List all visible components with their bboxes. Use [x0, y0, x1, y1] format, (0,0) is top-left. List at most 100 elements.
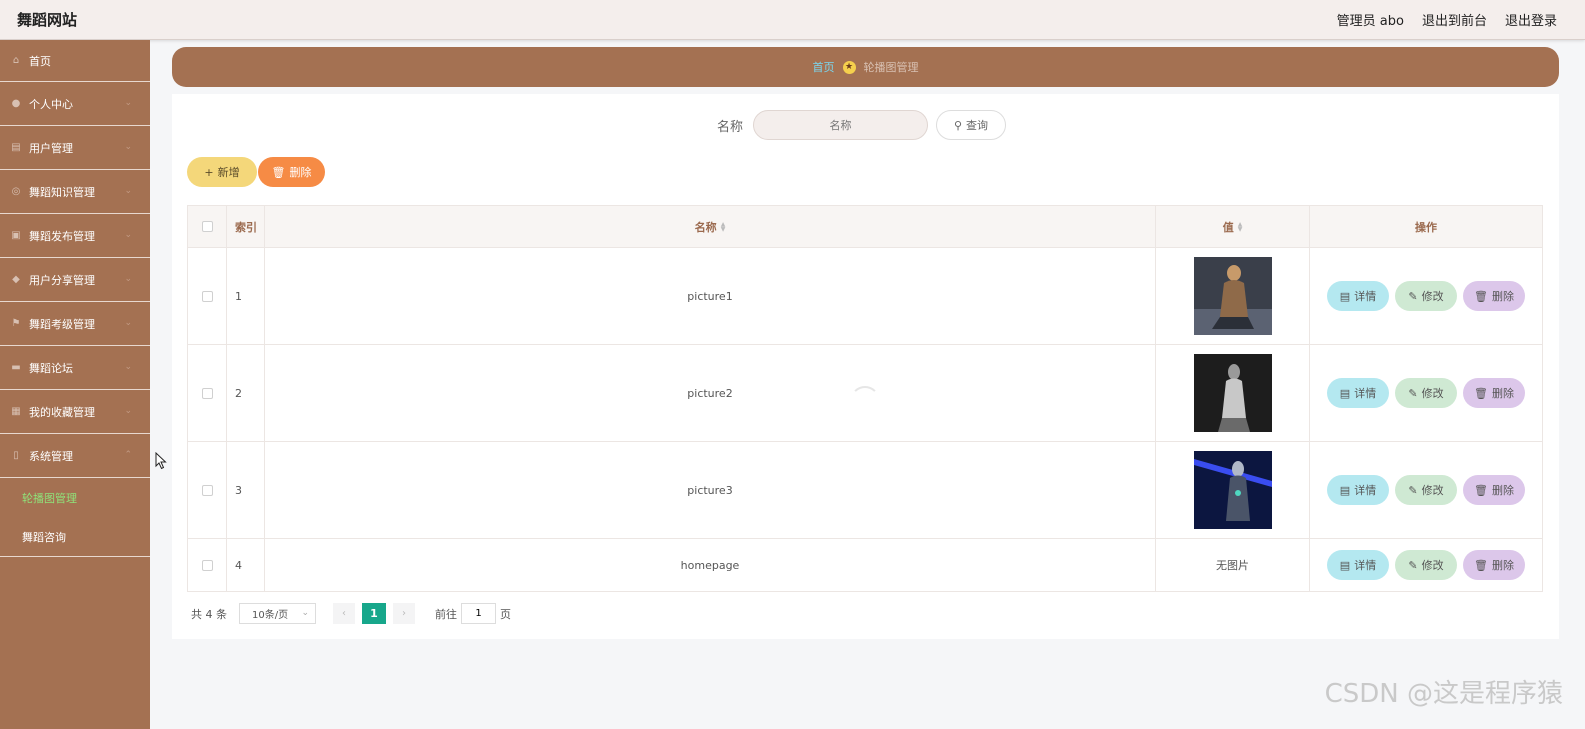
delete-button[interactable]: 🗑 删除 [1463, 281, 1525, 311]
row-value-empty: 无图片 [1156, 539, 1310, 591]
row-name: picture3 [265, 442, 1156, 538]
table-row: 4 homepage 无图片 ▤ 详情 ✎ 修改 🗑 删除 [188, 539, 1542, 591]
sidebar-item-favorites[interactable]: ▦ 我的收藏管理 ⌄ [0, 390, 150, 434]
row-value [1156, 442, 1310, 538]
submenu-item-carousel[interactable]: 轮播图管理 [0, 478, 150, 517]
next-page-button[interactable]: › [393, 603, 415, 624]
delete-button[interactable]: 🗑 删除 [1463, 475, 1525, 505]
prev-page-button[interactable]: ‹ [333, 603, 355, 624]
lock-icon: ▯ [13, 450, 19, 461]
detail-button[interactable]: ▤ 详情 [1327, 475, 1389, 505]
row-actions: ▤ 详情 ✎ 修改 🗑 删除 [1310, 442, 1542, 538]
edit-button[interactable]: ✎ 修改 [1395, 475, 1457, 505]
row-checkbox[interactable] [201, 387, 213, 399]
search-button[interactable]: ⚲ 查询 [936, 110, 1007, 140]
search-row: 名称 ⚲ 查询 [717, 110, 1007, 140]
goto-page-input[interactable] [461, 603, 496, 624]
delete-label: 删除 [1491, 559, 1514, 572]
pencil-icon: ✎ [1408, 386, 1418, 400]
carousel-thumbnail[interactable] [1193, 354, 1272, 432]
chevron-down-icon: ⌄ [124, 318, 132, 328]
briefcase-icon: ▣ [11, 230, 21, 241]
edit-label: 修改 [1421, 387, 1444, 400]
detail-button[interactable]: ▤ 详情 [1327, 550, 1389, 580]
document-icon: ▤ [1339, 483, 1351, 497]
sidebar-item-user-management[interactable]: ▤ 用户管理 ⌄ [0, 126, 150, 170]
edit-button[interactable]: ✎ 修改 [1395, 281, 1457, 311]
detail-label: 详情 [1354, 290, 1377, 303]
sidebar-item-system[interactable]: ▯ 系统管理 ⌃ [0, 434, 150, 478]
breadcrumb: 首页 ★ 轮播图管理 [172, 47, 1559, 87]
detail-label: 详情 [1354, 559, 1377, 572]
row-checkbox[interactable] [201, 559, 213, 571]
sidebar-item-label: 系统管理 [29, 449, 73, 463]
page-size-select[interactable]: 10条/页 ⌄ [239, 603, 316, 624]
add-button[interactable]: + 新增 [187, 157, 257, 187]
row-name: homepage [265, 539, 1156, 591]
exit-to-front-link[interactable]: 退出到前台 [1422, 10, 1487, 29]
breadcrumb-current: 轮播图管理 [863, 61, 919, 74]
chevron-up-icon: ⌃ [124, 450, 132, 460]
sidebar-item-label: 首页 [29, 54, 51, 68]
col-name[interactable]: 名称 ▲ ▼ [265, 206, 1156, 247]
sort-icon[interactable]: ▲ ▼ [721, 221, 726, 232]
mouse-cursor-icon [155, 452, 167, 470]
detail-label: 详情 [1354, 387, 1377, 400]
bulk-delete-button[interactable]: 🗑 删除 [258, 157, 325, 187]
row-checkbox[interactable] [201, 290, 213, 302]
row-actions: ▤ 详情 ✎ 修改 🗑 删除 [1310, 248, 1542, 344]
search-icon: ⚲ [953, 118, 963, 132]
content-panel: 名称 ⚲ 查询 + 新增 🗑 删除 索引 名称 ▲▼ 值 ▲▼ 操作 [172, 94, 1559, 639]
delete-button[interactable]: 🗑 删除 [1463, 550, 1525, 580]
select-all-checkbox[interactable] [201, 221, 213, 232]
delete-label: 删除 [1491, 484, 1514, 497]
sidebar-item-dance-forum[interactable]: ▬ 舞蹈论坛 ⌄ [0, 346, 150, 390]
row-index: 4 [227, 539, 265, 591]
col-ops: 操作 [1415, 220, 1437, 234]
delete-button[interactable]: 🗑 删除 [1463, 378, 1525, 408]
sidebar: ⌂ 首页 ● 个人中心 ⌄ ▤ 用户管理 ⌄ ◎ 舞蹈知识管理 ⌄ ▣ 舞蹈发布… [0, 40, 150, 729]
detail-label: 详情 [1354, 484, 1377, 497]
col-value[interactable]: 值 ▲ ▼ [1156, 206, 1310, 247]
breadcrumb-home[interactable]: 首页 [813, 59, 835, 75]
sidebar-item-dance-grading[interactable]: ⚑ 舞蹈考级管理 ⌄ [0, 302, 150, 346]
sidebar-item-dance-knowledge[interactable]: ◎ 舞蹈知识管理 ⌄ [0, 170, 150, 214]
carousel-thumbnail[interactable] [1193, 257, 1272, 335]
row-actions: ▤ 详情 ✎ 修改 🗑 删除 [1310, 345, 1542, 441]
sidebar-item-label: 用户分享管理 [29, 273, 95, 287]
trash-icon: 🗑 [271, 165, 286, 179]
sidebar-item-dance-publish[interactable]: ▣ 舞蹈发布管理 ⌄ [0, 214, 150, 258]
sort-icon[interactable]: ▲ ▼ [1238, 221, 1243, 232]
document-icon: ▤ [1339, 386, 1351, 400]
delete-label: 删除 [1491, 290, 1514, 303]
plus-icon: + [204, 165, 214, 179]
sidebar-item-label: 舞蹈知识管理 [29, 185, 95, 199]
edit-button[interactable]: ✎ 修改 [1395, 378, 1457, 408]
edit-button[interactable]: ✎ 修改 [1395, 550, 1457, 580]
document-icon: ▤ [1339, 558, 1351, 572]
page-number-current[interactable]: 1 [362, 603, 386, 624]
logout-link[interactable]: 退出登录 [1505, 10, 1557, 29]
trash-icon: 🗑 [1474, 483, 1488, 497]
page-size-value: 10条/页 [252, 610, 289, 621]
row-checkbox[interactable] [201, 484, 213, 496]
compass-icon: ◎ [11, 186, 21, 197]
user-icon: ● [11, 98, 21, 109]
row-index: 3 [227, 442, 265, 538]
delete-label: 删除 [1491, 387, 1514, 400]
carousel-thumbnail[interactable] [1193, 451, 1272, 529]
goto-prefix: 前往 [435, 607, 457, 621]
add-button-label: 新增 [217, 166, 240, 179]
detail-button[interactable]: ▤ 详情 [1327, 281, 1389, 311]
search-input[interactable] [753, 110, 929, 140]
chevron-down-icon: ⌄ [124, 186, 132, 196]
search-label: 名称 [717, 119, 744, 135]
submenu-item-dance-consult[interactable]: 舞蹈咨询 [0, 517, 150, 556]
system-submenu: 轮播图管理 舞蹈咨询 [0, 478, 150, 557]
sidebar-item-user-share[interactable]: ◆ 用户分享管理 ⌄ [0, 258, 150, 302]
pencil-icon: ✎ [1408, 558, 1418, 572]
sidebar-item-personal-center[interactable]: ● 个人中心 ⌄ [0, 82, 150, 126]
sidebar-item-home[interactable]: ⌂ 首页 [0, 40, 150, 82]
detail-button[interactable]: ▤ 详情 [1327, 378, 1389, 408]
sidebar-item-label: 舞蹈论坛 [29, 361, 73, 375]
